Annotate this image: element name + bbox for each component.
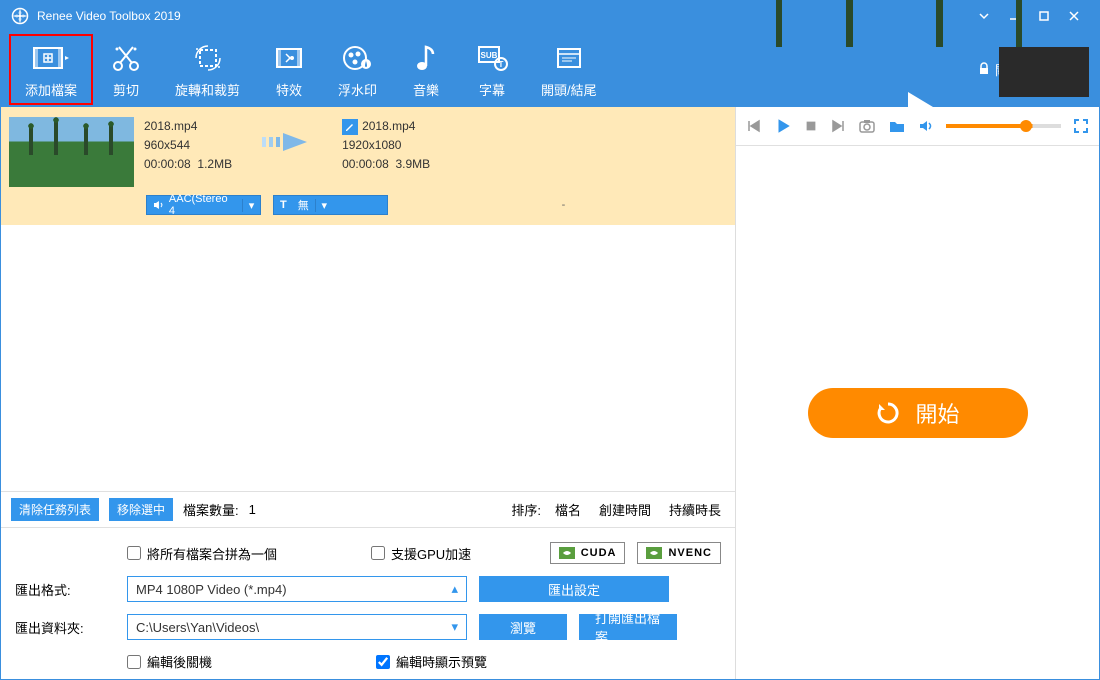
input-size: 1.2MB bbox=[197, 157, 232, 171]
volume-slider[interactable] bbox=[946, 124, 1061, 128]
svg-text:SUB: SUB bbox=[481, 51, 498, 60]
input-duration: 00:00:08 bbox=[144, 157, 191, 171]
chevron-up-icon: ▴ bbox=[451, 581, 458, 597]
file-count-label: 檔案數量: bbox=[183, 500, 239, 519]
placeholder-dash: - bbox=[400, 199, 727, 211]
output-file-info: 2018.mp4 1920x1080 00:00:08 3.9MB bbox=[342, 117, 430, 175]
merge-checkbox[interactable]: 將所有檔案合拼為一個 bbox=[127, 544, 277, 563]
mid-toolbar: 清除任務列表 移除選中 檔案數量: 1 排序: 檔名 創建時間 持續時長 bbox=[1, 491, 735, 527]
gpu-checkbox[interactable]: 支援GPU加速 bbox=[371, 544, 471, 563]
input-filename: 2018.mp4 bbox=[144, 117, 232, 136]
subtitle-button[interactable]: SUBT 字幕 bbox=[459, 34, 525, 105]
watermark-label: 浮水印 bbox=[338, 80, 377, 99]
music-label: 音樂 bbox=[409, 80, 443, 99]
nvidia-icon bbox=[646, 547, 662, 559]
music-icon bbox=[409, 40, 443, 76]
output-format-combo[interactable]: MP4 1080P Video (*.mp4)▴ bbox=[127, 576, 467, 602]
fullscreen-button[interactable] bbox=[1073, 118, 1089, 134]
arrow-icon bbox=[242, 127, 332, 157]
nvidia-icon bbox=[559, 547, 575, 559]
add-file-button[interactable]: 添加檔案 bbox=[9, 34, 93, 105]
play-button[interactable] bbox=[774, 117, 792, 135]
cut-label: 剪切 bbox=[109, 80, 143, 99]
audio-track-dropdown[interactable]: AAC(Stereo 4 ▾ bbox=[146, 195, 261, 215]
next-button[interactable] bbox=[830, 118, 846, 134]
rotate-crop-label: 旋轉和裁剪 bbox=[175, 80, 240, 99]
input-file-info: 2018.mp4 960x544 00:00:08 1.2MB bbox=[144, 117, 232, 175]
play-overlay-icon[interactable] bbox=[893, 82, 943, 132]
output-format-label: 匯出格式: bbox=[15, 580, 115, 599]
add-file-label: 添加檔案 bbox=[25, 80, 77, 99]
minimize-button[interactable] bbox=[999, 1, 1029, 31]
output-size: 3.9MB bbox=[395, 157, 430, 171]
refresh-icon bbox=[875, 400, 901, 426]
preview-checkbox[interactable]: 編輯時顯示預覽 bbox=[376, 652, 487, 671]
music-button[interactable]: 音樂 bbox=[393, 34, 459, 105]
clear-tasks-button[interactable]: 清除任務列表 bbox=[11, 498, 99, 521]
close-button[interactable] bbox=[1059, 1, 1089, 31]
video-thumbnail bbox=[9, 117, 134, 187]
export-panel: 將所有檔案合拼為一個 支援GPU加速 CUDA NVENC 匯出格式: MP4 … bbox=[1, 527, 735, 679]
intro-outro-button[interactable]: 開頭/結尾 bbox=[525, 34, 613, 105]
sort-by-duration[interactable]: 持續時長 bbox=[665, 500, 725, 519]
svg-text:T: T bbox=[499, 60, 504, 69]
cut-icon bbox=[109, 40, 143, 76]
sort-by-name[interactable]: 檔名 bbox=[551, 500, 585, 519]
output-filename: 2018.mp4 bbox=[362, 117, 415, 136]
app-logo-icon bbox=[11, 7, 29, 25]
edit-icon[interactable] bbox=[342, 119, 358, 135]
lock-icon bbox=[977, 62, 991, 76]
rotate-crop-button[interactable]: 旋轉和裁剪 bbox=[159, 34, 256, 105]
snapshot-button[interactable] bbox=[858, 118, 876, 134]
intro-outro-label: 開頭/結尾 bbox=[541, 80, 597, 99]
nvenc-badge: NVENC bbox=[637, 542, 721, 564]
cuda-badge: CUDA bbox=[550, 542, 626, 564]
remove-selected-button[interactable]: 移除選中 bbox=[109, 498, 173, 521]
output-duration: 00:00:08 bbox=[342, 157, 389, 171]
effect-button[interactable]: 特效 bbox=[256, 34, 322, 105]
prev-button[interactable] bbox=[746, 118, 762, 134]
maximize-button[interactable] bbox=[1029, 1, 1059, 31]
chevron-down-icon: ▾ bbox=[451, 619, 458, 635]
window-title: Renee Video Toolbox 2019 bbox=[37, 9, 969, 23]
subtitle-icon: SUBT bbox=[475, 40, 509, 76]
effect-label: 特效 bbox=[272, 80, 306, 99]
effect-icon bbox=[272, 40, 306, 76]
output-folder-label: 匯出資料夾: bbox=[15, 618, 115, 637]
watermark-button[interactable]: 浮水印 bbox=[322, 34, 393, 105]
output-folder-combo[interactable]: C:\Users\Yan\Videos\▾ bbox=[127, 614, 467, 640]
sort-label: 排序: bbox=[511, 500, 541, 519]
shutdown-checkbox[interactable]: 編輯後關機 bbox=[127, 652, 212, 671]
open-output-button[interactable]: 打開匯出檔案 bbox=[579, 614, 677, 640]
start-button[interactable]: 開始 bbox=[808, 388, 1028, 438]
file-list: 2018.mp4 960x544 00:00:08 1.2MB 2018.mp4… bbox=[1, 107, 735, 491]
add-file-icon bbox=[25, 40, 77, 76]
rotate-crop-icon bbox=[175, 40, 240, 76]
cut-button[interactable]: 剪切 bbox=[93, 34, 159, 105]
intro-outro-icon bbox=[541, 40, 597, 76]
stop-button[interactable] bbox=[804, 119, 818, 133]
export-settings-button[interactable]: 匯出設定 bbox=[479, 576, 669, 602]
subtitle-label: 字幕 bbox=[475, 80, 509, 99]
chevron-down-icon: ▾ bbox=[242, 199, 260, 212]
output-resolution: 1920x1080 bbox=[342, 136, 430, 155]
speaker-icon bbox=[153, 200, 165, 210]
dropdown-window-button[interactable] bbox=[969, 1, 999, 31]
browse-button[interactable]: 瀏覽 bbox=[479, 614, 567, 640]
chevron-down-icon: ▾ bbox=[315, 199, 333, 212]
watermark-icon bbox=[338, 40, 377, 76]
title-bar: Renee Video Toolbox 2019 bbox=[1, 1, 1099, 31]
file-row[interactable]: 2018.mp4 960x544 00:00:08 1.2MB 2018.mp4… bbox=[1, 107, 735, 195]
file-sub-row: AAC(Stereo 4 ▾ T 無 ▾ - bbox=[1, 195, 735, 225]
input-resolution: 960x544 bbox=[144, 136, 232, 155]
sort-by-created[interactable]: 創建時間 bbox=[595, 500, 655, 519]
subtitle-track-dropdown[interactable]: T 無 ▾ bbox=[273, 195, 388, 215]
file-count-value: 1 bbox=[249, 502, 256, 517]
